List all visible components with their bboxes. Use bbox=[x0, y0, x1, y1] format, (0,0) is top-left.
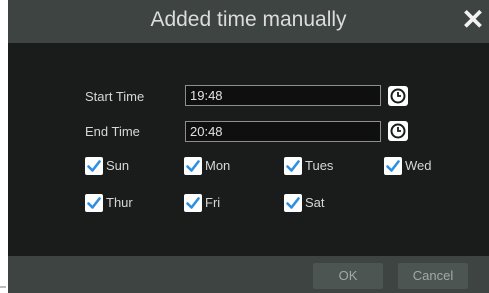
day-checkbox-wed[interactable]: Wed bbox=[384, 157, 444, 175]
dialog-footer: OK Cancel bbox=[8, 256, 489, 293]
day-label: Fri bbox=[205, 195, 221, 210]
clock-icon[interactable] bbox=[388, 86, 408, 106]
checkbox-checked-icon[interactable] bbox=[85, 157, 103, 175]
edge-marker bbox=[0, 286, 6, 288]
day-checkbox-thur[interactable]: Thur bbox=[85, 194, 145, 212]
checkbox-checked-icon[interactable] bbox=[284, 194, 302, 212]
day-label: Sun bbox=[106, 158, 130, 173]
start-time-input[interactable]: 19:48 bbox=[185, 85, 381, 106]
checkbox-checked-icon[interactable] bbox=[85, 194, 103, 212]
ok-button[interactable]: OK bbox=[313, 263, 383, 289]
checkbox-checked-icon[interactable] bbox=[184, 194, 202, 212]
day-label: Tues bbox=[305, 158, 334, 173]
cancel-button[interactable]: Cancel bbox=[398, 263, 468, 289]
day-checkbox-fri[interactable]: Fri bbox=[184, 194, 244, 212]
checkbox-checked-icon[interactable] bbox=[384, 157, 402, 175]
end-time-input[interactable]: 20:48 bbox=[185, 121, 381, 142]
day-checkbox-sat[interactable]: Sat bbox=[284, 194, 344, 212]
start-time-label: Start Time bbox=[85, 89, 145, 104]
day-label: Sat bbox=[305, 195, 325, 210]
day-checkbox-tues[interactable]: Tues bbox=[284, 157, 344, 175]
day-checkbox-sun[interactable]: Sun bbox=[85, 157, 145, 175]
end-time-label: End Time bbox=[85, 124, 140, 139]
day-label: Wed bbox=[405, 158, 432, 173]
day-label: Thur bbox=[106, 195, 133, 210]
add-time-dialog: Added time manually ✕ Start Time 19:48 E… bbox=[8, 0, 489, 293]
close-icon[interactable]: ✕ bbox=[461, 6, 485, 34]
checkbox-checked-icon[interactable] bbox=[284, 157, 302, 175]
dialog-title: Added time manually bbox=[150, 8, 347, 31]
clock-icon[interactable] bbox=[388, 121, 408, 141]
day-checkbox-mon[interactable]: Mon bbox=[184, 157, 244, 175]
dialog-titlebar: Added time manually ✕ bbox=[8, 0, 489, 43]
day-label: Mon bbox=[205, 158, 231, 173]
checkbox-checked-icon[interactable] bbox=[184, 157, 202, 175]
